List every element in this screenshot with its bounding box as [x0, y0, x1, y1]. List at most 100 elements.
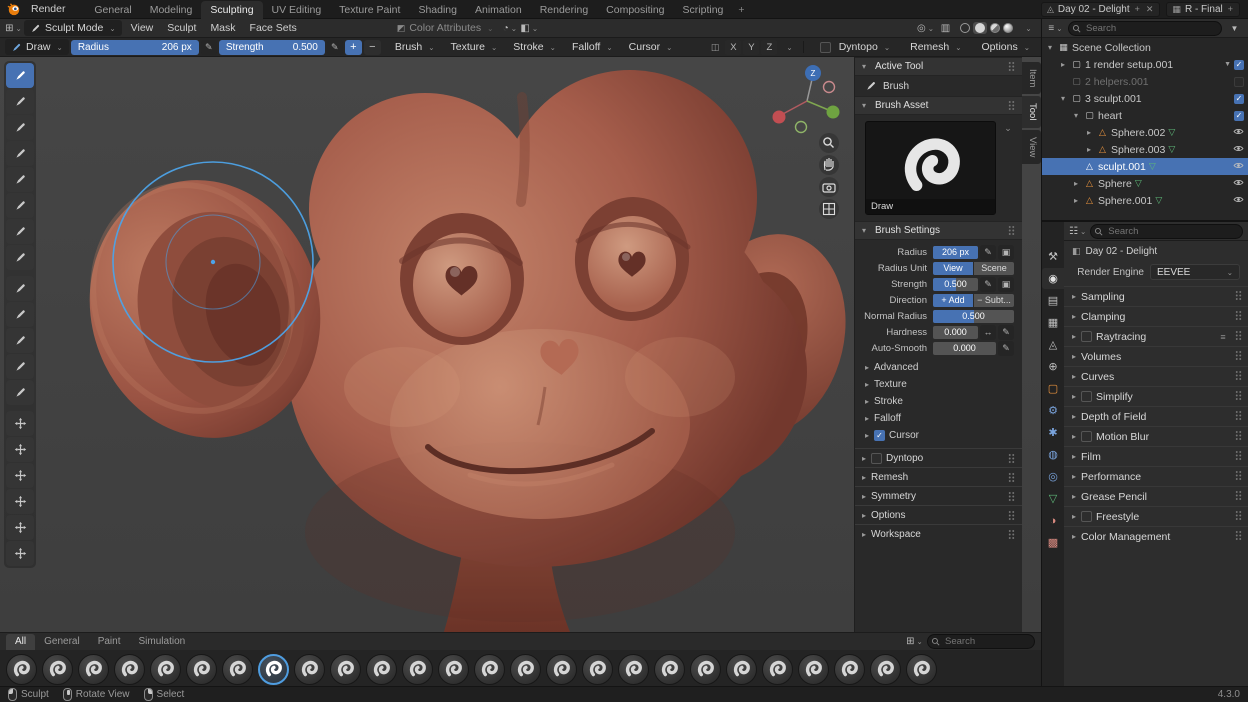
panel-grip-icon[interactable]	[1235, 290, 1242, 304]
panel-grip-icon[interactable]	[1235, 450, 1242, 464]
properties-tab-view-layer[interactable]: ▦	[1042, 312, 1064, 333]
mirror-z-button[interactable]: Z	[761, 40, 777, 55]
workspace-tab-animation[interactable]: Animation	[466, 1, 531, 19]
outliner-search-input[interactable]	[1068, 21, 1222, 36]
motion-blur-checkbox[interactable]	[1081, 431, 1092, 442]
panel-grip-icon[interactable]	[1235, 390, 1242, 404]
outliner-item-sphere-001[interactable]: ▸△Sphere.001▽	[1042, 192, 1248, 209]
blender-logo-icon[interactable]	[7, 2, 21, 16]
viewport-menu-view[interactable]: View	[124, 19, 161, 37]
panel-options[interactable]: ▸Options	[855, 505, 1022, 524]
panel-grip-icon[interactable]	[1008, 100, 1015, 111]
pencil-icon[interactable]: ✎	[998, 325, 1014, 340]
brush-thumbnail[interactable]	[762, 654, 793, 685]
viewport-menu-face-sets[interactable]: Face Sets	[243, 19, 304, 37]
outliner-item-sculpt-001[interactable]: △sculpt.001▽	[1042, 158, 1248, 175]
editor-type-button[interactable]: ⊞⌄	[5, 20, 22, 36]
popover-stroke[interactable]: Stroke⌄	[507, 39, 562, 55]
tool-fill-icon[interactable]	[6, 328, 34, 353]
subpanel-cursor[interactable]: ▸✓Cursor	[855, 427, 1022, 444]
brush-thumbnail[interactable]	[330, 654, 361, 685]
exclude-checkbox[interactable]: ✓	[1234, 94, 1244, 104]
tool-inflate-icon[interactable]	[6, 193, 34, 218]
brush-selector-dropdown[interactable]: Draw ⌄	[5, 39, 69, 55]
freestyle-checkbox[interactable]	[1081, 511, 1092, 522]
viewport-menu-mask[interactable]: Mask	[203, 19, 242, 37]
pencil-icon[interactable]: ✎	[980, 245, 996, 260]
panel-dyntopo[interactable]: ▸Dyntopo	[855, 448, 1022, 467]
properties-tab-object-data[interactable]: ▽	[1042, 488, 1064, 509]
pencil-icon[interactable]: ✎	[980, 277, 996, 292]
panel-volumes[interactable]: ▸Volumes	[1064, 346, 1248, 366]
pencil-icon[interactable]: ✎	[998, 341, 1014, 356]
tool-pinch-icon[interactable]	[6, 380, 34, 405]
brush-asset-thumbnail[interactable]: Draw	[865, 121, 996, 215]
popover-options[interactable]: Options⌄	[976, 39, 1036, 55]
panel-depth-of-field[interactable]: ▸Depth of Field	[1064, 406, 1248, 426]
brush-thumbnail[interactable]	[618, 654, 649, 685]
properties-tab-scene[interactable]: ◬	[1042, 334, 1064, 355]
add-workspace-button[interactable]: +	[732, 1, 750, 19]
brush-thumbnail[interactable]	[690, 654, 721, 685]
viewport-menu-sculpt[interactable]: Sculpt	[160, 19, 203, 37]
strength-slider[interactable]: Strength 0.500	[219, 40, 325, 55]
panel-grip-icon[interactable]	[1008, 453, 1015, 464]
panel-grip-icon[interactable]	[1235, 370, 1242, 384]
presets-menu-icon[interactable]: ≡	[1215, 329, 1231, 344]
tool-elastic-deform-icon[interactable]	[6, 437, 34, 462]
setting-slider-strength[interactable]: 0.500	[933, 278, 978, 291]
material-shading-icon[interactable]	[990, 23, 1000, 33]
panel-grip-icon[interactable]	[1008, 491, 1015, 502]
option-subt[interactable]: − Subt...	[974, 294, 1014, 307]
brush-thumbnail[interactable]	[582, 654, 613, 685]
workspace-tab-rendering[interactable]: Rendering	[531, 1, 597, 19]
exclude-checkbox[interactable]: ✓	[1234, 60, 1244, 70]
panel-grip-icon[interactable]	[1008, 472, 1015, 483]
outliner-item-heart[interactable]: ▾▢heart✓	[1042, 107, 1248, 124]
popover-texture[interactable]: Texture⌄	[445, 39, 504, 55]
mode-dropdown[interactable]: Sculpt Mode ⌄	[24, 20, 122, 36]
radius-slider[interactable]: Radius 206 px	[71, 40, 199, 55]
setting-slider-hardness[interactable]: 0.000	[933, 326, 978, 339]
mirror-x-button[interactable]: X	[725, 40, 741, 55]
tool-pose-icon[interactable]	[6, 515, 34, 540]
new-scene-button[interactable]: +	[1134, 4, 1141, 14]
library-icon[interactable]: ▣	[998, 277, 1014, 292]
falloff-popover-button[interactable]: ◔⌄	[501, 20, 518, 36]
panel-sampling[interactable]: ▸Sampling	[1064, 286, 1248, 306]
properties-tab-modifiers[interactable]: ⚙	[1042, 400, 1064, 421]
panel-film[interactable]: ▸Film	[1064, 446, 1248, 466]
subpanel-texture[interactable]: ▸Texture	[855, 376, 1022, 393]
outliner-filter-button[interactable]: ▼	[1226, 20, 1243, 36]
subpanel-stroke[interactable]: ▸Stroke	[855, 393, 1022, 410]
menu-render[interactable]: Render	[24, 0, 75, 18]
shelf-tab-simulation[interactable]: Simulation	[130, 634, 195, 650]
sidebar-tab-item[interactable]: Item	[1022, 62, 1041, 94]
direction-add-button[interactable]: +	[345, 40, 362, 55]
brush-thumbnail[interactable]	[186, 654, 217, 685]
tool-clay-strips-icon[interactable]	[6, 141, 34, 166]
panel-grip-icon[interactable]	[1235, 410, 1242, 424]
workspace-tab-scripting[interactable]: Scripting	[674, 1, 733, 19]
popover-cursor[interactable]: Cursor⌄	[623, 39, 679, 55]
popover-remesh[interactable]: Remesh⌄	[904, 39, 967, 55]
properties-editor-type-button[interactable]: ☷⌄	[1069, 223, 1086, 239]
tool-thumb-icon[interactable]	[6, 489, 34, 514]
brush-thumbnail[interactable]	[402, 654, 433, 685]
workspace-tab-sculpting[interactable]: Sculpting	[201, 1, 262, 19]
zoom-button[interactable]	[819, 133, 839, 153]
library-icon[interactable]: ▣	[998, 245, 1014, 260]
shelf-search-input[interactable]	[927, 634, 1035, 649]
outliner-item-3-sculpt-001[interactable]: ▾▢3 sculpt.001✓	[1042, 90, 1248, 107]
arrows-icon[interactable]: ↔	[980, 325, 996, 340]
panel-grip-icon[interactable]	[1235, 510, 1242, 524]
workspace-tab-uv-editing[interactable]: UV Editing	[263, 1, 331, 19]
tool-blob-icon[interactable]	[6, 219, 34, 244]
shelf-tab-general[interactable]: General	[35, 634, 89, 650]
overlays-button[interactable]: ◎⌄	[917, 20, 934, 36]
panel-grip-icon[interactable]	[1235, 310, 1242, 324]
popover-falloff[interactable]: Falloff⌄	[566, 39, 619, 55]
properties-tab-physics[interactable]: ◍	[1042, 444, 1064, 465]
brush-thumbnail[interactable]	[654, 654, 685, 685]
brush-thumbnail[interactable]	[258, 654, 289, 685]
